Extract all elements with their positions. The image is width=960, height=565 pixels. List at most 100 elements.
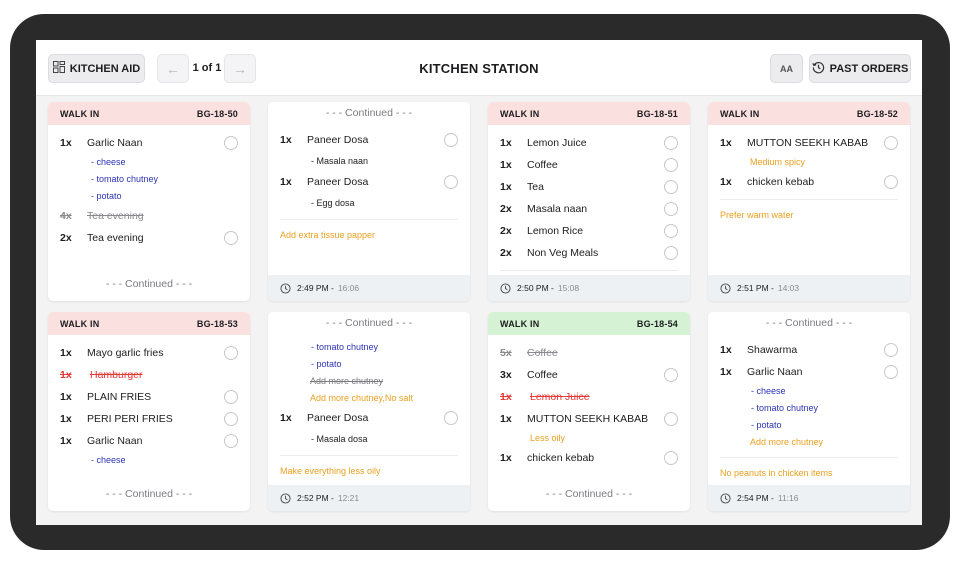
order-item[interactable]: 1x MUTTON SEEKH KABAB: [500, 408, 678, 430]
order-card[interactable]: WALK IN BG-18-54 5x Coffee 3x Coffee 1x Lemon J…: [488, 312, 690, 511]
order-card[interactable]: - - - Continued - - - 1x Paneer Dosa - Masa…: [268, 102, 470, 301]
order-item[interactable]: 1x Garlic Naan: [720, 361, 898, 383]
order-item[interactable]: 1x Paneer Dosa: [280, 171, 458, 193]
continued-label: - - - Continued - - -: [325, 107, 413, 119]
order-item[interactable]: 2x Lemon Rice: [500, 220, 678, 242]
order-card[interactable]: - - - Continued - - - - tomato chutney - p…: [268, 312, 470, 511]
order-item[interactable]: 1x Mayo garlic fries: [60, 342, 238, 364]
item-quantity: 1x: [720, 344, 732, 356]
order-header: WALK IN BG-18-54: [488, 312, 690, 335]
order-item[interactable]: 1x PLAIN FRIES: [60, 386, 238, 408]
order-card[interactable]: WALK IN BG-18-53 1x Mayo garlic fries 1x Hamb…: [48, 312, 250, 511]
continued-label: - - - Continued - - -: [325, 317, 413, 329]
order-type: WALK IN: [500, 108, 540, 119]
order-item[interactable]: 1x Garlic Naan: [60, 430, 238, 452]
item-checkbox[interactable]: [224, 434, 238, 448]
item-name: Garlic Naan: [747, 366, 803, 378]
order-footer: 2:49 PM -16:06: [268, 275, 470, 301]
item-quantity: 1x: [280, 176, 292, 188]
order-item[interactable]: 1x Garlic Naan: [60, 132, 238, 154]
item-checkbox[interactable]: [664, 224, 678, 238]
item-modifier: - cheese: [91, 455, 126, 465]
order-item[interactable]: 1x chicken kebab: [720, 171, 898, 193]
order-card[interactable]: - - - Continued - - - 1x Shawarma 1x Garlic …: [708, 312, 910, 511]
item-note: Medium spicy: [750, 157, 806, 167]
order-item[interactable]: 4x Tea evening: [60, 205, 238, 227]
item-checkbox[interactable]: [664, 158, 678, 172]
item-note: Add more chutney,No salt: [310, 393, 413, 403]
order-item[interactable]: 3x Coffee: [500, 364, 678, 386]
clock-icon: [720, 492, 731, 504]
item-checkbox[interactable]: [444, 411, 458, 425]
item-quantity: 1x: [60, 435, 72, 447]
item-checkbox[interactable]: [224, 412, 238, 426]
order-item[interactable]: 1x Paneer Dosa: [280, 129, 458, 151]
item-checkbox[interactable]: [664, 451, 678, 465]
order-card[interactable]: WALK IN BG-18-50 1x Garlic Naan - cheese - to…: [48, 102, 250, 301]
item-checkbox[interactable]: [884, 365, 898, 379]
item-checkbox[interactable]: [224, 390, 238, 404]
order-item[interactable]: 1x Shawarma: [720, 339, 898, 361]
item-checkbox[interactable]: [884, 175, 898, 189]
item-name: Non Veg Meals: [527, 247, 599, 259]
order-item[interactable]: 1x Hamburger: [60, 364, 238, 386]
item-checkbox[interactable]: [444, 133, 458, 147]
order-item[interactable]: 1x chicken kebab: [500, 447, 678, 469]
item-quantity: 2x: [500, 225, 512, 237]
order-card[interactable]: WALK IN BG-18-52 1x MUTTON SEEKH KABAB Mediu…: [708, 102, 910, 301]
order-time: 2:50 PM -: [517, 283, 554, 293]
item-name: Paneer Dosa: [307, 412, 369, 424]
item-checkbox[interactable]: [884, 343, 898, 357]
font-size-button[interactable]: AA: [770, 54, 803, 83]
order-note: Make everything less oily: [280, 466, 381, 476]
item-checkbox[interactable]: [444, 175, 458, 189]
item-quantity: 1x: [500, 452, 512, 464]
order-header: WALK IN BG-18-52: [708, 102, 910, 125]
item-checkbox[interactable]: [884, 136, 898, 150]
item-quantity: 1x: [500, 391, 512, 403]
order-item[interactable]: 1x Lemon Juice: [500, 386, 678, 408]
order-time: 2:52 PM -: [297, 493, 334, 503]
item-quantity: 1x: [60, 137, 72, 149]
order-item[interactable]: 1x Coffee: [500, 154, 678, 176]
order-item[interactable]: 1x Lemon Juice: [500, 132, 678, 154]
item-checkbox[interactable]: [664, 180, 678, 194]
item-checkbox[interactable]: [664, 368, 678, 382]
item-checkbox[interactable]: [664, 246, 678, 260]
order-item[interactable]: 5x Coffee: [500, 342, 678, 364]
order-items: 1x Paneer Dosa - Masala naan 1x Paneer Dosa -…: [268, 124, 470, 213]
item-quantity: 2x: [500, 203, 512, 215]
order-item[interactable]: 1x Tea: [500, 176, 678, 198]
order-note: Prefer warm water: [720, 210, 794, 220]
order-item[interactable]: 2x Non Veg Meals: [500, 242, 678, 264]
history-icon: [811, 61, 825, 77]
item-checkbox[interactable]: [224, 231, 238, 245]
item-checkbox[interactable]: [224, 136, 238, 150]
item-name: chicken kebab: [527, 452, 595, 464]
item-variant: - Egg dosa: [311, 198, 355, 208]
past-orders-button[interactable]: PAST ORDERS: [809, 54, 911, 83]
item-quantity: 1x: [60, 347, 72, 359]
order-card[interactable]: WALK IN BG-18-51 1x Lemon Juice 1x Coffee 1x Te…: [488, 102, 690, 301]
item-modifier: - cheese: [91, 157, 126, 167]
order-item[interactable]: 1x Paneer Dosa: [280, 407, 458, 429]
item-modifier: - potato: [91, 191, 122, 201]
item-name: Lemon Juice: [530, 391, 590, 403]
item-name: PLAIN FRIES: [87, 391, 152, 403]
item-checkbox[interactable]: [664, 136, 678, 150]
elapsed-time: 16:06: [337, 283, 360, 293]
continued-label: - - - Continued - - -: [105, 488, 193, 500]
order-item[interactable]: 1x MUTTON SEEKH KABAB: [720, 132, 898, 154]
item-checkbox[interactable]: [224, 346, 238, 360]
order-time: 2:54 PM -: [737, 493, 774, 503]
item-checkbox[interactable]: [664, 202, 678, 216]
order-item[interactable]: 2x Tea evening: [60, 227, 238, 249]
item-checkbox[interactable]: [664, 412, 678, 426]
item-quantity: 1x: [60, 391, 72, 403]
item-quantity: 1x: [500, 181, 512, 193]
order-item[interactable]: 1x PERI PERI FRIES: [60, 408, 238, 430]
order-item[interactable]: 2x Masala naan: [500, 198, 678, 220]
order-items: 1x MUTTON SEEKH KABAB Medium spicy 1x chicke…: [708, 125, 910, 193]
item-quantity: 1x: [500, 137, 512, 149]
item-modifier: - cheese: [751, 386, 786, 396]
